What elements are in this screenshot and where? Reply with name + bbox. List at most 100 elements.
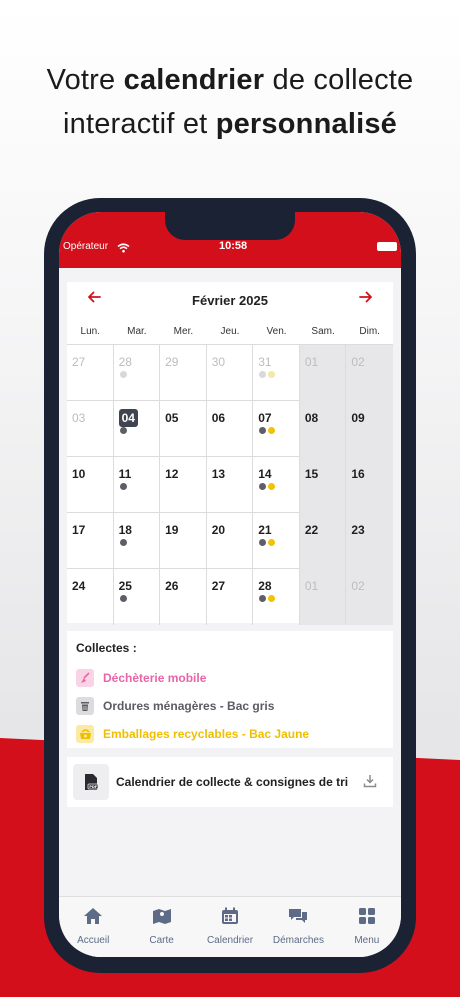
- day-number: 10: [72, 467, 86, 481]
- collection-dot-emballages: [268, 371, 276, 378]
- collection-dot-ordures: [119, 539, 127, 546]
- chat-bubbles-icon: [288, 906, 308, 931]
- trash-bin-icon: [76, 697, 94, 715]
- calendar-day[interactable]: 18: [114, 513, 161, 569]
- day-number: 23: [351, 523, 365, 537]
- calendar-day[interactable]: 26: [160, 569, 207, 625]
- calendar-day[interactable]: 05: [160, 401, 207, 457]
- download-calendar-card[interactable]: PDF Calendrier de collecte & consignes d…: [67, 757, 393, 807]
- calendar-day[interactable]: 02: [346, 569, 393, 625]
- home-icon: [83, 906, 103, 931]
- collection-dot-emballages: [268, 595, 276, 602]
- download-icon[interactable]: [363, 774, 377, 793]
- calendar-day[interactable]: 12: [160, 457, 207, 513]
- day-number: 01: [304, 355, 319, 369]
- arrow-right-icon[interactable]: [359, 290, 373, 309]
- status-time: 10:58: [219, 240, 248, 252]
- calendar-day[interactable]: 02: [346, 345, 393, 401]
- day-number: 11: [118, 467, 132, 481]
- calendar-day[interactable]: 16: [346, 457, 393, 513]
- day-number: 27: [211, 579, 226, 593]
- calendar-day[interactable]: 09: [346, 401, 393, 457]
- collection-dot-emballages: [268, 427, 276, 434]
- calendar-day[interactable]: 10: [67, 457, 114, 513]
- tab-label: Accueil: [77, 935, 110, 946]
- calendar-day[interactable]: 29: [160, 345, 207, 401]
- calendar-day[interactable]: 19: [160, 513, 207, 569]
- collection-dots: [259, 427, 276, 434]
- day-number: 07: [258, 411, 272, 425]
- collection-dot-ordures: [259, 483, 267, 490]
- calendar-week-row: 27 28 29 30 31 01 02: [67, 344, 393, 401]
- day-number: 15: [304, 467, 319, 481]
- calendar-header: Février 2025: [67, 282, 393, 318]
- calendar-day[interactable]: 28: [253, 569, 300, 625]
- day-number: 30: [211, 355, 226, 369]
- collection-dot-ordures: [259, 595, 267, 602]
- legend-item-ordures[interactable]: Ordures ménagères - Bac gris: [76, 692, 384, 720]
- calendar-day[interactable]: 13: [207, 457, 254, 513]
- carrier-label: Opérateur: [63, 241, 109, 252]
- calendar-day[interactable]: 25: [114, 569, 161, 625]
- collection-dot-emballages: [268, 483, 276, 490]
- collection-dot-ordures: [119, 483, 127, 490]
- day-number: 02: [351, 579, 365, 593]
- tab-accueil[interactable]: Accueil: [59, 897, 127, 957]
- calendar-card: Février 2025 Lun. Mar. Mer. Jeu. Ven. Sam. Dim…: [67, 282, 393, 625]
- day-number: 09: [351, 411, 365, 425]
- calendar-day[interactable]: 01: [299, 569, 347, 625]
- calendar-icon: [220, 906, 240, 931]
- calendar-day-today[interactable]: 04: [114, 401, 161, 457]
- collection-dot-ordures: [259, 371, 267, 378]
- day-number: 14: [258, 467, 272, 481]
- day-number: 22: [304, 523, 319, 537]
- recycle-box-icon: [76, 725, 94, 743]
- calendar-day[interactable]: 24: [67, 569, 114, 625]
- tab-calendrier[interactable]: Calendrier: [196, 897, 264, 957]
- calendar-day[interactable]: 31: [253, 345, 300, 401]
- tab-menu[interactable]: Menu: [333, 897, 401, 957]
- collection-dots: [259, 483, 276, 490]
- calendar-day[interactable]: 28: [114, 345, 161, 401]
- tab-demarches[interactable]: Démarches: [264, 897, 332, 957]
- calendar-day[interactable]: 08: [299, 401, 347, 457]
- calendar-day[interactable]: 20: [207, 513, 254, 569]
- calendar-day[interactable]: 07: [253, 401, 300, 457]
- calendar-day[interactable]: 15: [299, 457, 347, 513]
- calendar-day[interactable]: 11: [114, 457, 161, 513]
- day-number: 08: [304, 411, 319, 425]
- calendar-day[interactable]: 01: [299, 345, 347, 401]
- day-number: 20: [211, 523, 226, 537]
- calendar-day[interactable]: 23: [346, 513, 393, 569]
- calendar-day[interactable]: 14: [253, 457, 300, 513]
- weekday-header-row: Lun. Mar. Mer. Jeu. Ven. Sam. Dim.: [67, 326, 393, 344]
- legend-item-decheterie[interactable]: Déchèterie mobile: [76, 664, 384, 692]
- calendar-day[interactable]: 17: [67, 513, 114, 569]
- headline: Votre calendrier de collecte interactif …: [0, 58, 460, 146]
- collection-dot-ordures: [119, 427, 127, 434]
- day-number: 02: [351, 355, 365, 369]
- calendar-week-row: 10 11 12 13 14 15 16: [67, 456, 393, 513]
- tab-carte[interactable]: Carte: [127, 897, 195, 957]
- collection-dots: [119, 539, 127, 546]
- day-number: 12: [165, 467, 179, 481]
- collection-dots: [119, 371, 127, 378]
- day-number: 28: [118, 355, 132, 369]
- legend-label: Emballages recyclables - Bac Jaune: [103, 727, 310, 741]
- tab-label: Démarches: [272, 935, 324, 946]
- legend-item-emballages[interactable]: Emballages recyclables - Bac Jaune: [76, 720, 384, 748]
- weekday-label: Lun.: [80, 326, 101, 337]
- tab-label: Calendrier: [206, 935, 254, 946]
- calendar-day[interactable]: 30: [207, 345, 254, 401]
- calendar-day[interactable]: 21: [253, 513, 300, 569]
- calendar-day[interactable]: 03: [67, 401, 114, 457]
- weekday-label: Ven.: [266, 326, 287, 337]
- day-number: 24: [72, 579, 86, 593]
- day-number: 04: [118, 409, 138, 427]
- calendar-day[interactable]: 22: [299, 513, 347, 569]
- calendar-day[interactable]: 27: [67, 345, 114, 401]
- weekday-label: Jeu.: [220, 326, 240, 337]
- calendar-day[interactable]: 06: [207, 401, 254, 457]
- collection-dot-ordures: [259, 427, 267, 434]
- calendar-day[interactable]: 27: [207, 569, 254, 625]
